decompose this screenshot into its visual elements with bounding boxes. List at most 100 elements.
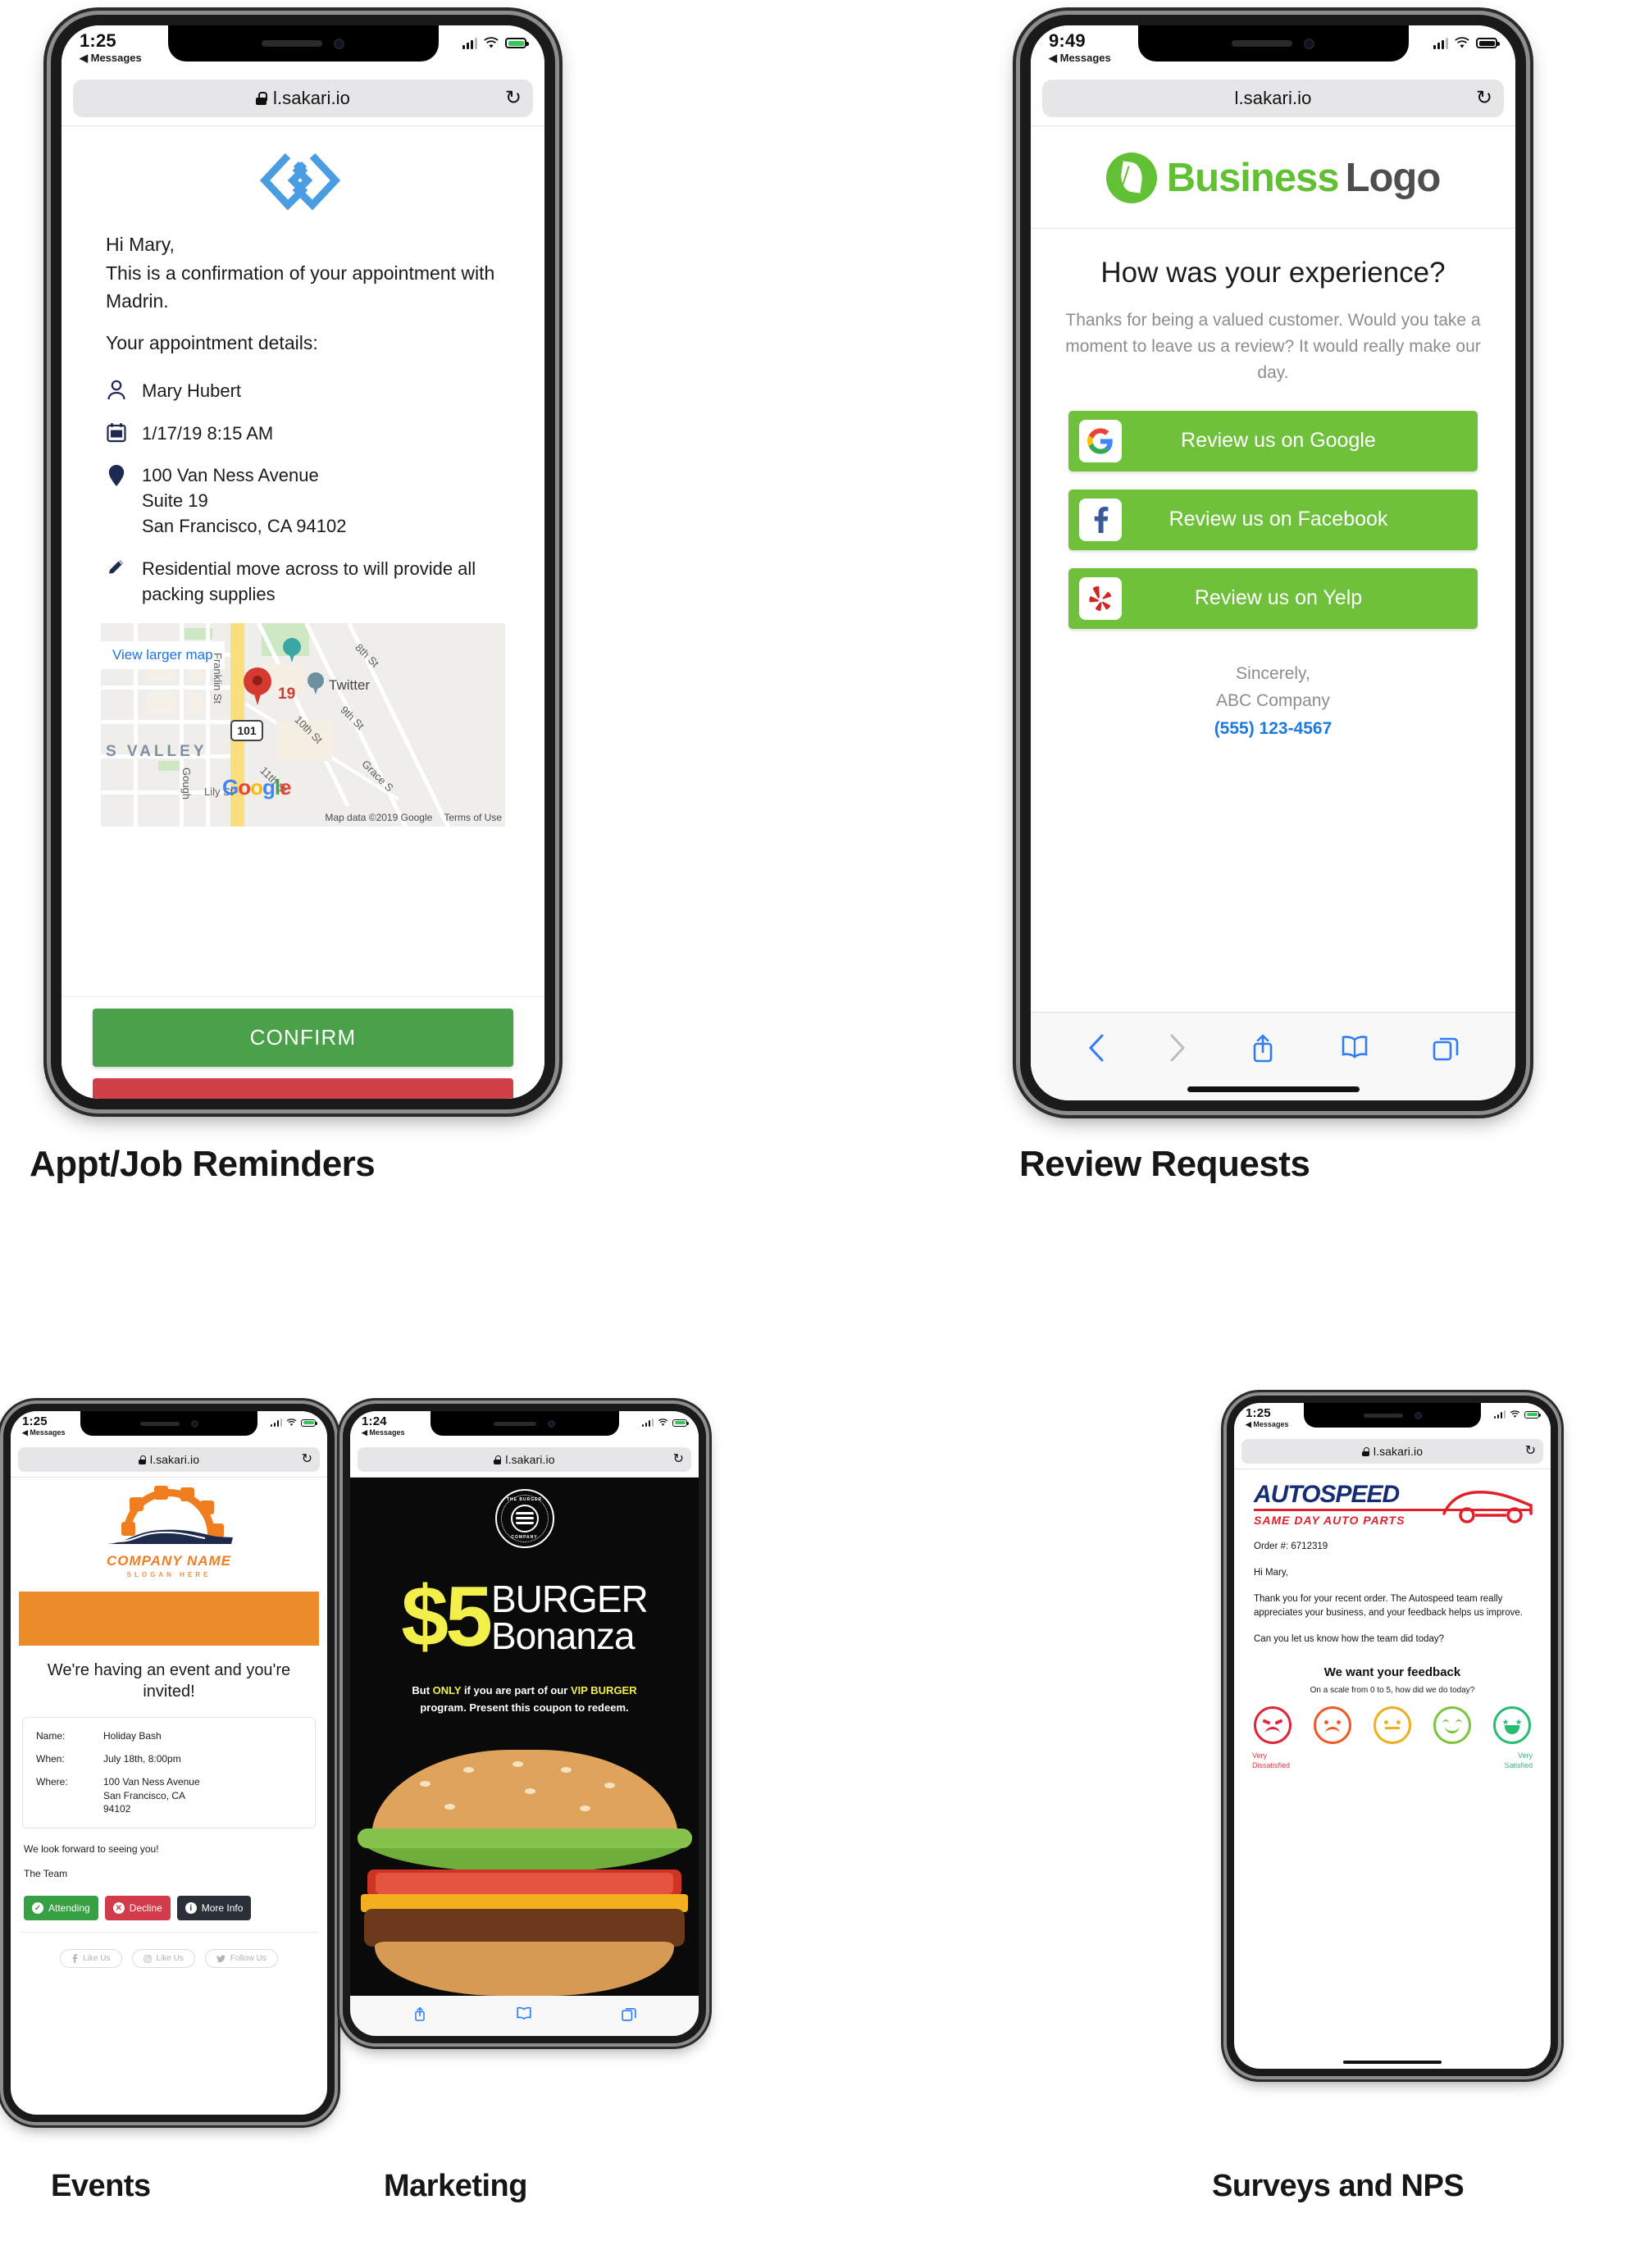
details-label: Your appointment details: xyxy=(106,332,318,354)
view-larger-map-link[interactable]: View larger map xyxy=(101,641,225,670)
order-number: Order #: 6712319 xyxy=(1254,1542,1328,1551)
map-label-gough: Gough xyxy=(180,767,193,800)
rating-faces xyxy=(1234,1695,1551,1745)
pencil-icon xyxy=(106,556,127,577)
rating-face-excited[interactable] xyxy=(1493,1706,1531,1745)
share-icon xyxy=(1254,1034,1273,1062)
review-google-button[interactable]: Review us on Google xyxy=(1068,410,1478,471)
info-circle-icon: i xyxy=(184,1902,197,1915)
notch xyxy=(1304,1403,1481,1428)
url-field[interactable]: l.sakari.io ↻ xyxy=(18,1447,320,1472)
url-text: l.sakari.io xyxy=(1234,88,1312,108)
cellular-signal-icon xyxy=(642,1419,654,1427)
confirm-button[interactable]: CONFIRM xyxy=(93,1009,513,1067)
reload-icon[interactable]: ↻ xyxy=(1525,1445,1536,1458)
map-poi-icon xyxy=(283,638,301,663)
gear-car-icon xyxy=(95,1486,243,1551)
caption-marketing: Marketing xyxy=(384,2169,527,2203)
screen-appointment: 1:25 ◀ Messages l.sakari.io ↻ Hi Mary, T… xyxy=(61,25,544,1099)
lock-icon xyxy=(494,1455,502,1464)
wifi-icon xyxy=(286,1419,297,1426)
back-to-messages[interactable]: ◀ Messages xyxy=(22,1429,65,1437)
speaker-grille xyxy=(1363,1413,1403,1418)
event-heading: We're having an event and you're invited… xyxy=(47,1661,291,1701)
rating-face-happy[interactable] xyxy=(1433,1706,1471,1745)
stamp-top-text: THE BURGER xyxy=(506,1497,543,1502)
phone-number-link[interactable]: (555) 123-4567 xyxy=(1031,715,1515,743)
notch xyxy=(1137,25,1409,61)
map-label-valley: S VALLEY xyxy=(106,743,207,761)
survey-body-1: Thank you for your recent order. The Aut… xyxy=(1254,1593,1523,1619)
review-signoff: Sincerely, ABC Company (555) 123-4567 xyxy=(1031,647,1515,743)
review-subtext: Thanks for being a valued customer. Woul… xyxy=(1065,311,1481,382)
reload-icon[interactable]: ↻ xyxy=(1476,89,1492,108)
browser-url-bar: l.sakari.io ↻ xyxy=(1031,75,1515,126)
fineprint-highlight-2: VIP BURGER xyxy=(570,1684,637,1697)
detail-person-name: Mary Hubert xyxy=(142,380,242,402)
review-google-label: Review us on Google xyxy=(1181,429,1376,453)
social-instagram-button[interactable]: Like Us xyxy=(131,1949,195,1969)
back-to-messages[interactable]: ◀ Messages xyxy=(80,52,142,63)
legend-very-satisfied: Very Satisfied xyxy=(1504,1751,1533,1770)
feedback-subtext: On a scale from 0 to 5, how did we do to… xyxy=(1310,1686,1475,1696)
phone-survey-nps: 1:25 ◀ Messages l.sakari.io ↻ AUTOSPEED … xyxy=(1227,1396,1558,2076)
signoff-text: Sincerely, xyxy=(1236,663,1310,683)
map-attribution: Map data ©2019 Google Terms of Use xyxy=(325,812,502,824)
reload-icon[interactable]: ↻ xyxy=(505,89,522,108)
front-camera xyxy=(1304,38,1314,49)
screen-surveys: 1:25 ◀ Messages l.sakari.io ↻ AUTOSPEED … xyxy=(1234,1403,1551,2069)
decline-button[interactable] xyxy=(93,1078,513,1099)
rating-face-angry[interactable] xyxy=(1254,1706,1292,1745)
event-closing: We look forward to seeing you! xyxy=(24,1843,159,1856)
rating-face-neutral[interactable] xyxy=(1374,1706,1411,1745)
business-logo: Business Logo xyxy=(1031,126,1515,229)
social-instagram-label: Like Us xyxy=(156,1954,184,1964)
speaker-grille xyxy=(262,40,322,47)
instagram-icon xyxy=(143,1955,152,1963)
review-facebook-button[interactable]: Review us on Facebook xyxy=(1068,489,1478,550)
map-terms-link[interactable]: Terms of Use xyxy=(444,812,502,823)
review-yelp-button[interactable]: Review us on Yelp xyxy=(1068,567,1478,629)
rsvp-more-info-label: More Info xyxy=(201,1902,244,1915)
rsvp-buttons: ✓ Attending ✕ Decline i More Info xyxy=(11,1891,327,1921)
highway-shield-101: 101 xyxy=(230,720,263,742)
url-field[interactable]: l.sakari.io ↻ xyxy=(1042,80,1504,117)
url-field[interactable]: l.sakari.io ↻ xyxy=(73,80,533,117)
map-preview[interactable]: View larger map 19 Twitter Franklin St 8… xyxy=(101,623,505,827)
company-slogan-text: SLOGAN HERE xyxy=(126,1571,212,1578)
rsvp-attending-button[interactable]: ✓ Attending xyxy=(24,1896,98,1921)
map-marker-number: 19 xyxy=(278,685,296,704)
phone-event-invite: 1:25 ◀ Messages l.sakari.io ↻ COMPANY NA… xyxy=(3,1404,335,2122)
rsvp-decline-button[interactable]: ✕ Decline xyxy=(104,1896,171,1921)
feedback-heading: We want your feedback xyxy=(1323,1665,1461,1680)
back-icon xyxy=(1088,1034,1104,1061)
car-outline-icon xyxy=(1442,1491,1533,1523)
social-facebook-button[interactable]: Like Us xyxy=(60,1949,122,1969)
url-field[interactable]: l.sakari.io ↻ xyxy=(1241,1439,1543,1464)
social-twitter-button[interactable]: Follow Us xyxy=(204,1949,278,1969)
leaf-icon xyxy=(1105,153,1157,203)
reload-icon[interactable]: ↻ xyxy=(673,1453,684,1466)
battery-icon xyxy=(1476,38,1500,48)
rsvp-more-info-button[interactable]: i More Info xyxy=(176,1896,252,1921)
review-facebook-label: Review us on Facebook xyxy=(1168,508,1388,531)
back-to-messages[interactable]: ◀ Messages xyxy=(1246,1421,1288,1428)
tabs-icon xyxy=(621,2007,636,2021)
event-field-row: Where: 100 Van Ness Avenue San Francisco… xyxy=(36,1775,302,1816)
notch xyxy=(430,1411,619,1436)
reload-icon[interactable]: ↻ xyxy=(302,1453,312,1466)
back-to-messages[interactable]: ◀ Messages xyxy=(362,1429,404,1437)
offer-headline: $5 BURGER Bonanza xyxy=(350,1548,699,1660)
survey-greeting: Hi Mary, xyxy=(1254,1567,1288,1578)
front-camera xyxy=(190,1419,198,1428)
detail-notes: Residential move across to will provide … xyxy=(142,558,476,604)
map-twitter-poi-icon xyxy=(308,672,324,695)
safari-toolbar xyxy=(350,1996,699,2036)
stamp-bottom-text: COMPANY xyxy=(511,1535,538,1540)
back-to-messages[interactable]: ◀ Messages xyxy=(1049,52,1111,63)
rating-face-sad[interactable] xyxy=(1314,1706,1351,1745)
browser-url-bar: l.sakari.io ↻ xyxy=(1234,1436,1551,1469)
detail-address: 100 Van Ness Avenue Suite 19 San Francis… xyxy=(142,464,347,537)
url-field[interactable]: l.sakari.io ↻ xyxy=(358,1447,691,1472)
url-text: l.sakari.io xyxy=(149,1453,200,1466)
